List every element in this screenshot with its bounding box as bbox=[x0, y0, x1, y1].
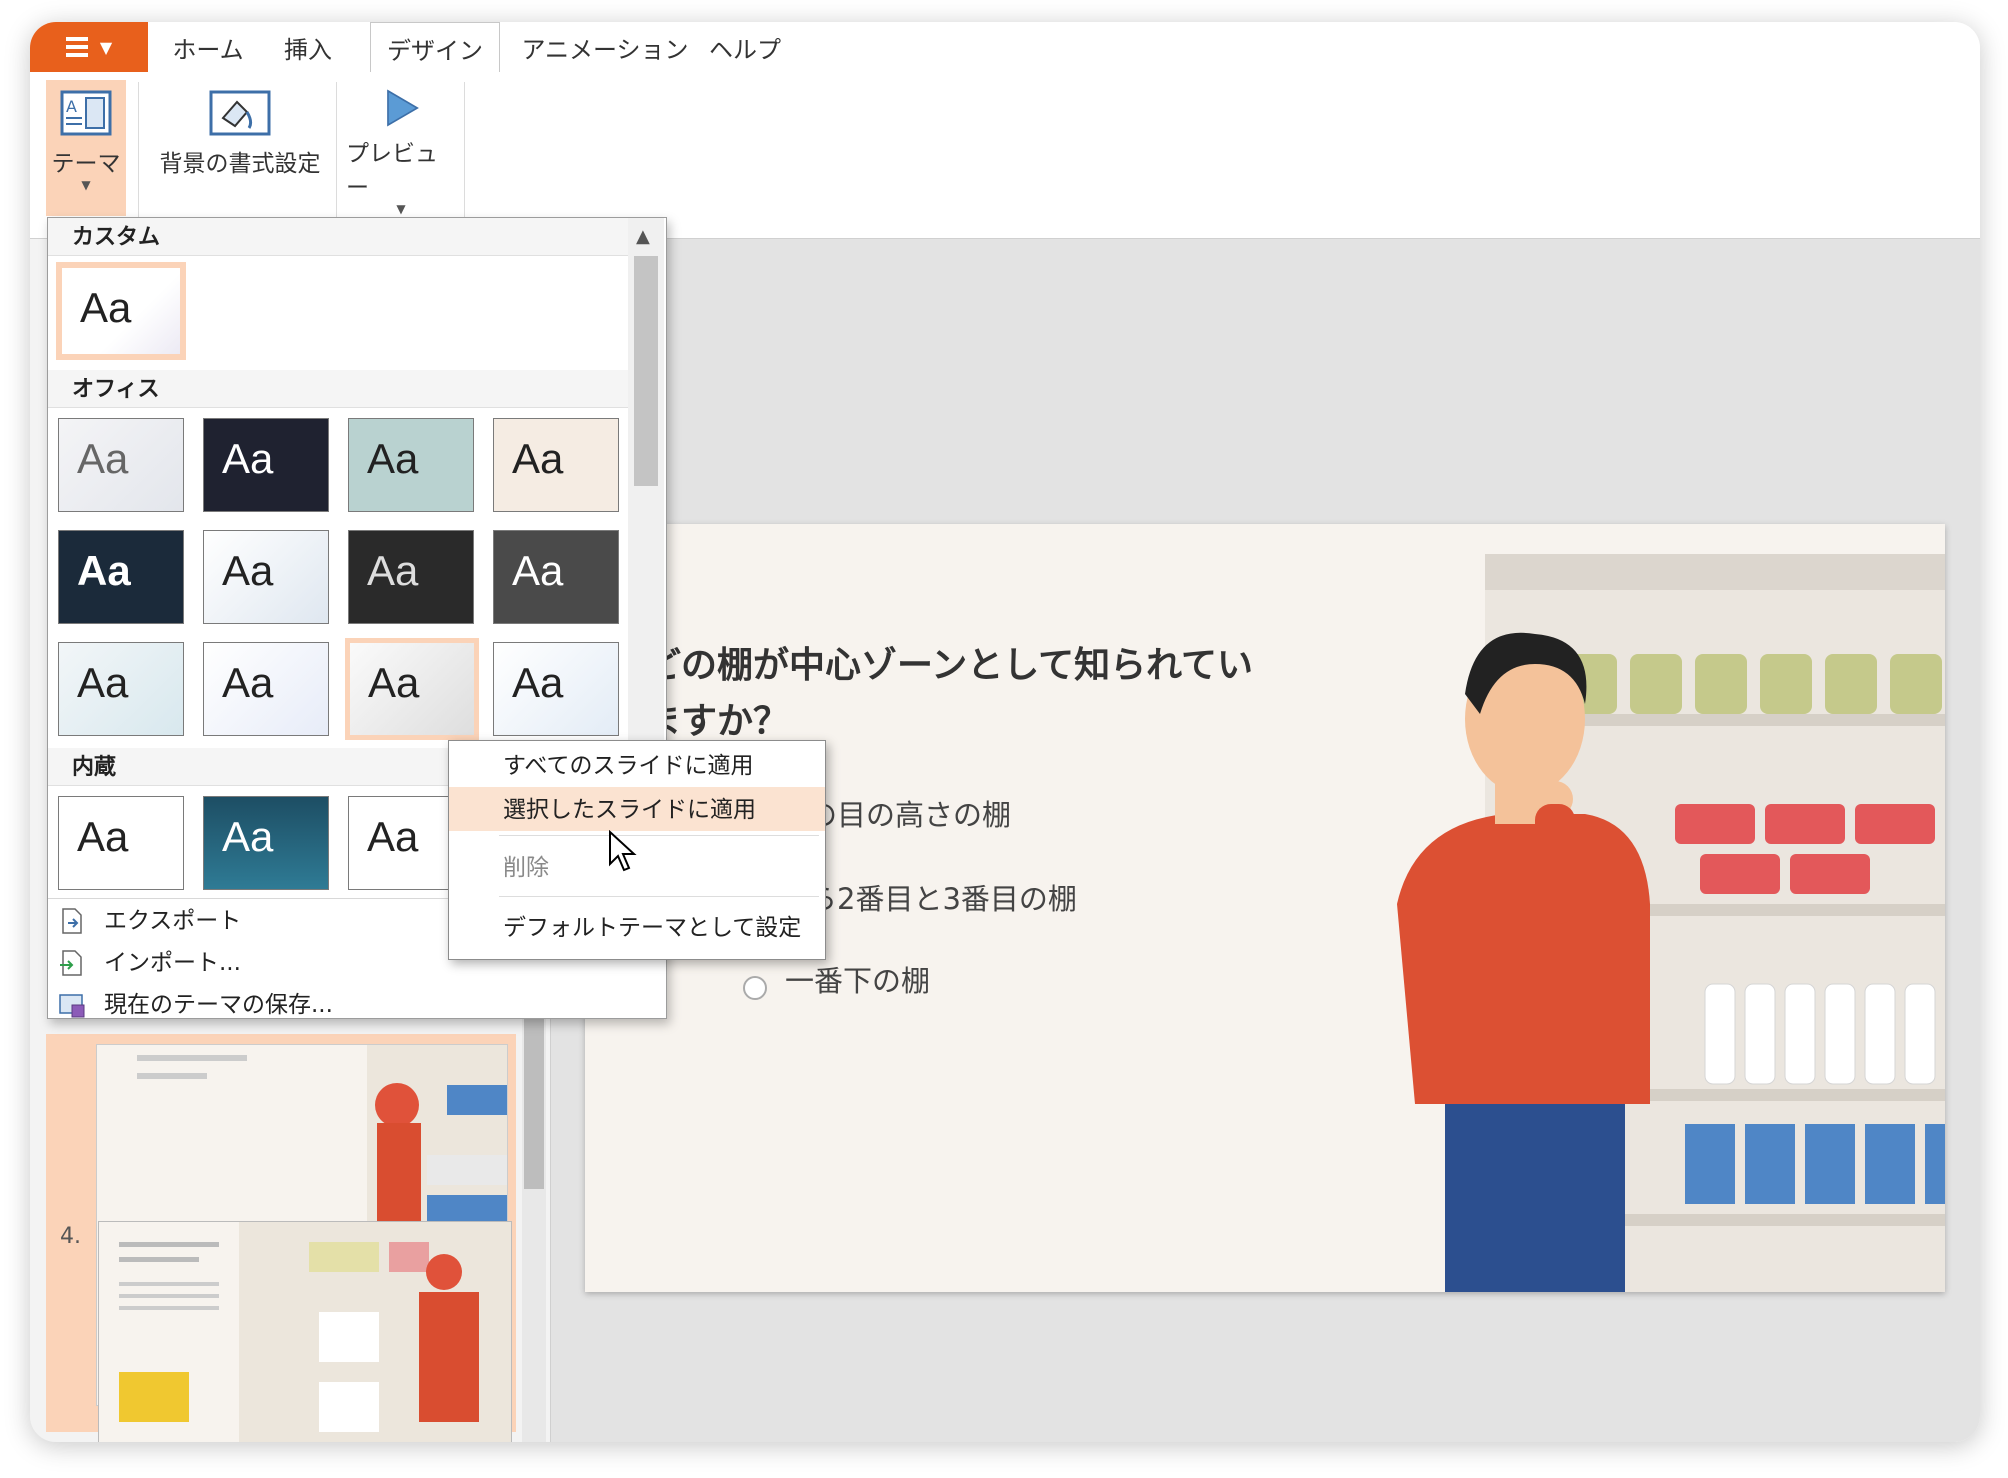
ribbon: A テーマ ▼ 背景の書式設定 プレビュー ▼ bbox=[30, 72, 1980, 239]
theme-tile-office-8[interactable]: Aa bbox=[493, 530, 619, 624]
tab-design[interactable]: デザイン bbox=[370, 22, 500, 74]
theme-icon: A bbox=[60, 90, 112, 136]
theme-tile-office-9[interactable]: Aa bbox=[58, 642, 184, 736]
mouse-cursor-icon bbox=[609, 830, 637, 872]
theme-tile-office-2[interactable]: Aa bbox=[203, 418, 329, 512]
play-icon bbox=[387, 89, 419, 127]
option-3: 一番下の棚 bbox=[785, 964, 931, 998]
tab-bar: ▼ ホーム 挿入 デザイン アニメーション ヘルプ bbox=[30, 22, 1980, 74]
slide-number-4: 4. bbox=[60, 1224, 81, 1249]
save-current-theme-item[interactable]: 現在のテーマの保存... bbox=[48, 985, 664, 1018]
save-theme-icon bbox=[59, 994, 85, 1018]
menu-icon bbox=[65, 37, 88, 57]
shelf-illustration bbox=[1385, 524, 1945, 1292]
file-menu-button[interactable]: ▼ bbox=[30, 22, 148, 72]
background-format-button[interactable]: 背景の書式設定 bbox=[150, 80, 330, 216]
svg-text:A: A bbox=[66, 97, 77, 116]
theme-tile-builtin-2[interactable]: Aa bbox=[203, 796, 329, 890]
background-format-label: 背景の書式設定 bbox=[159, 151, 321, 177]
dropdown-arrow-icon: ▼ bbox=[99, 37, 113, 57]
theme-tile-office-11[interactable]: Aa bbox=[345, 638, 479, 740]
slide-4-preview bbox=[99, 1222, 511, 1442]
background-format-icon bbox=[209, 90, 271, 136]
theme-tile-builtin-1[interactable]: Aa bbox=[58, 796, 184, 890]
theme-tile-office-1[interactable]: Aa bbox=[58, 418, 184, 512]
theme-tile-custom[interactable]: Aa bbox=[56, 262, 186, 360]
preview-button[interactable]: プレビュー ▼ bbox=[346, 80, 456, 216]
tab-insert[interactable]: 挿入 bbox=[268, 22, 348, 72]
export-icon bbox=[62, 908, 82, 934]
theme-tile-office-12[interactable]: Aa bbox=[493, 642, 619, 736]
tab-home[interactable]: ホーム bbox=[158, 22, 258, 72]
chevron-down-icon: ▼ bbox=[396, 202, 406, 216]
import-icon bbox=[60, 950, 82, 976]
apply-selected-slides-item[interactable]: 選択したスライドに適用 bbox=[449, 787, 825, 831]
theme-tile-office-4[interactable]: Aa bbox=[493, 418, 619, 512]
theme-tile-office-10[interactable]: Aa bbox=[203, 642, 329, 736]
tab-animation[interactable]: アニメーション bbox=[520, 22, 690, 72]
slide-thumbnail-4[interactable] bbox=[98, 1221, 512, 1442]
section-custom: カスタム bbox=[48, 218, 628, 256]
app-window: ▼ ホーム 挿入 デザイン アニメーション ヘルプ A テーマ ▼ 背景の書式設… bbox=[30, 22, 1980, 1442]
question-line-1: どの棚が中心ゾーンとして知られてい bbox=[645, 645, 1254, 686]
set-default-theme-item[interactable]: デフォルトテーマとして設定 bbox=[449, 905, 825, 949]
theme-tile-office-7[interactable]: Aa bbox=[348, 530, 474, 624]
scroll-up-icon[interactable]: ▲ bbox=[636, 226, 650, 247]
tab-help[interactable]: ヘルプ bbox=[700, 22, 790, 72]
theme-button[interactable]: A テーマ ▼ bbox=[46, 80, 126, 216]
radio-option-3[interactable] bbox=[743, 976, 767, 1000]
chevron-down-icon: ▼ bbox=[81, 178, 91, 192]
theme-tile-office-6[interactable]: Aa bbox=[203, 530, 329, 624]
theme-tile-office-5[interactable]: Aa bbox=[58, 530, 184, 624]
section-office: オフィス bbox=[48, 370, 628, 408]
theme-tile-office-3[interactable]: Aa bbox=[348, 418, 474, 512]
theme-button-label: テーマ bbox=[51, 151, 121, 177]
apply-all-slides-item[interactable]: すべてのスライドに適用 bbox=[449, 743, 825, 787]
preview-button-label: プレビュー bbox=[346, 141, 438, 201]
